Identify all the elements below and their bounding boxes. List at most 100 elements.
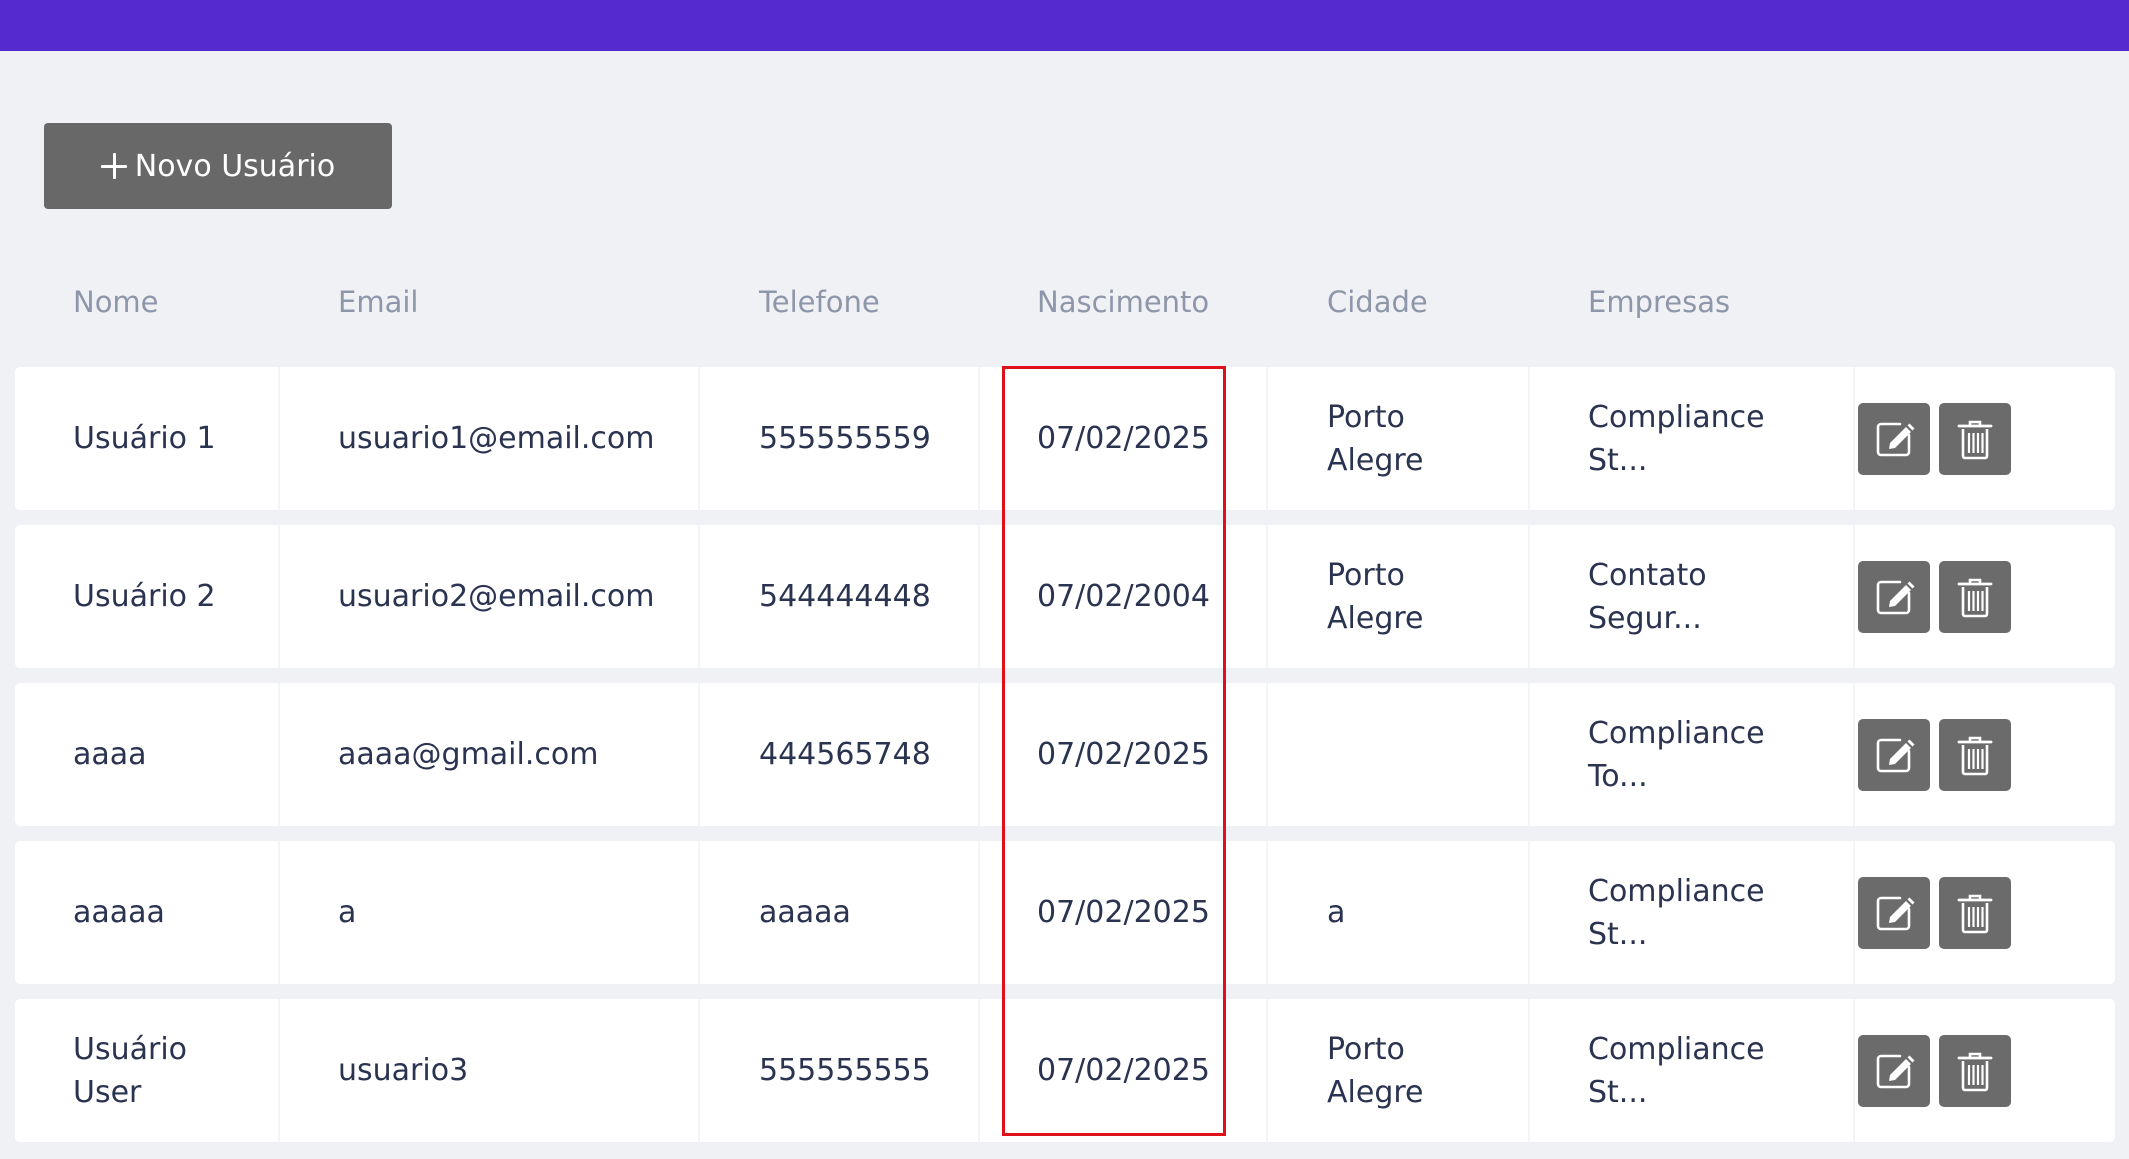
column-divider [1853,525,1855,668]
column-divider [278,999,280,1142]
empresa-line: St... [1588,1074,1648,1110]
column-divider [1266,841,1268,984]
trash-icon [1957,420,1993,460]
header-nome[interactable]: Nome [73,276,159,328]
cell-cidade: Porto Alegre [1327,999,1424,1142]
table-row: Usuário 2 usuario2@email.com 544444448 0… [15,525,2115,668]
header-empresas[interactable]: Empresas [1588,276,1730,328]
new-user-button[interactable]: Novo Usuário [44,123,392,209]
column-divider [278,525,280,668]
edit-icon [1876,896,1915,931]
cidade-line: Porto [1327,1031,1405,1067]
top-bar [0,0,2129,51]
column-divider [978,841,980,984]
cell-nascimento: 07/02/2025 [1037,737,1210,772]
empresa-line: Compliance [1588,873,1765,909]
cidade-line: Porto [1327,557,1405,593]
cidade-line: Porto [1327,399,1405,435]
column-divider [698,367,700,510]
cidade-line: Alegre [1327,1074,1424,1110]
trash-icon [1957,736,1993,776]
column-divider [1853,841,1855,984]
edit-icon [1876,1054,1915,1089]
edit-button[interactable] [1858,1035,1930,1107]
delete-button[interactable] [1939,561,2011,633]
column-divider [1266,525,1268,668]
cell-email: aaaa@gmail.com [338,737,599,772]
column-divider [1528,367,1530,510]
empresa-line: To... [1588,758,1648,794]
cell-empresas: Compliance St... [1588,841,1765,984]
cell-telefone: 444565748 [759,737,931,772]
edit-icon [1876,580,1915,615]
cell-nome: aaaaa [73,895,165,930]
trash-icon [1957,578,1993,618]
cell-empresas: Compliance To... [1588,683,1765,826]
edit-icon [1876,422,1915,457]
new-user-label: Novo Usuário [134,148,336,184]
column-divider [1853,683,1855,826]
column-divider [1266,999,1268,1142]
cell-empresas: Contato Segur... [1588,525,1707,668]
cell-cidade: Porto Alegre [1327,525,1424,668]
column-divider [698,999,700,1142]
delete-button[interactable] [1939,1035,2011,1107]
cell-empresas: Compliance St... [1588,999,1765,1142]
cell-telefone: aaaaa [759,895,851,930]
edit-button[interactable] [1858,561,1930,633]
cell-telefone: 555555555 [759,1053,931,1088]
cell-nascimento: 07/02/2025 [1037,421,1210,456]
cell-email: usuario3 [338,1053,469,1088]
column-divider [278,841,280,984]
empresa-line: Segur... [1588,600,1702,636]
column-divider [278,683,280,826]
cell-nascimento: 07/02/2004 [1037,579,1210,614]
cell-telefone: 544444448 [759,579,931,614]
table-row: Usuário 1 usuario1@email.com 555555559 0… [15,367,2115,510]
delete-button[interactable] [1939,403,2011,475]
header-email[interactable]: Email [338,276,418,328]
trash-icon [1957,1052,1993,1092]
cell-nome: Usuário User [73,999,187,1142]
nome-line: Usuário [73,1031,188,1067]
column-divider [698,525,700,668]
column-divider [1266,683,1268,826]
header-nascimento[interactable]: Nascimento [1037,276,1209,328]
column-divider [978,999,980,1142]
column-divider [978,367,980,510]
column-divider [978,683,980,826]
delete-button[interactable] [1939,877,2011,949]
edit-button[interactable] [1858,877,1930,949]
cell-nascimento: 07/02/2025 [1037,1053,1210,1088]
edit-button[interactable] [1858,403,1930,475]
cell-empresas: Compliance St... [1588,367,1765,510]
column-divider [1853,999,1855,1142]
column-divider [698,683,700,826]
column-divider [978,525,980,668]
cell-cidade: a [1327,841,1345,984]
empresa-line: Compliance [1588,1031,1765,1067]
trash-icon [1957,894,1993,934]
column-divider [1528,999,1530,1142]
edit-icon [1876,738,1915,773]
column-divider [1853,367,1855,510]
cell-email: usuario2@email.com [338,579,655,614]
empresa-line: Compliance [1588,399,1765,435]
column-divider [698,841,700,984]
cidade-line: Alegre [1327,600,1424,636]
empresa-line: St... [1588,916,1648,952]
plus-icon [100,153,127,179]
table-row: Usuário User usuario3 555555555 07/02/20… [15,999,2115,1142]
empresa-line: Contato [1588,557,1707,593]
column-divider [1528,841,1530,984]
edit-button[interactable] [1858,719,1930,791]
column-divider [278,367,280,510]
empresa-line: Compliance [1588,715,1765,751]
column-divider [1528,683,1530,826]
header-cidade[interactable]: Cidade [1327,276,1428,328]
cell-nome: Usuário 1 [73,421,216,456]
table-row: aaaa aaaa@gmail.com 444565748 07/02/2025… [15,683,2115,826]
header-telefone[interactable]: Telefone [759,276,880,328]
delete-button[interactable] [1939,719,2011,791]
cell-cidade: Porto Alegre [1327,367,1424,510]
